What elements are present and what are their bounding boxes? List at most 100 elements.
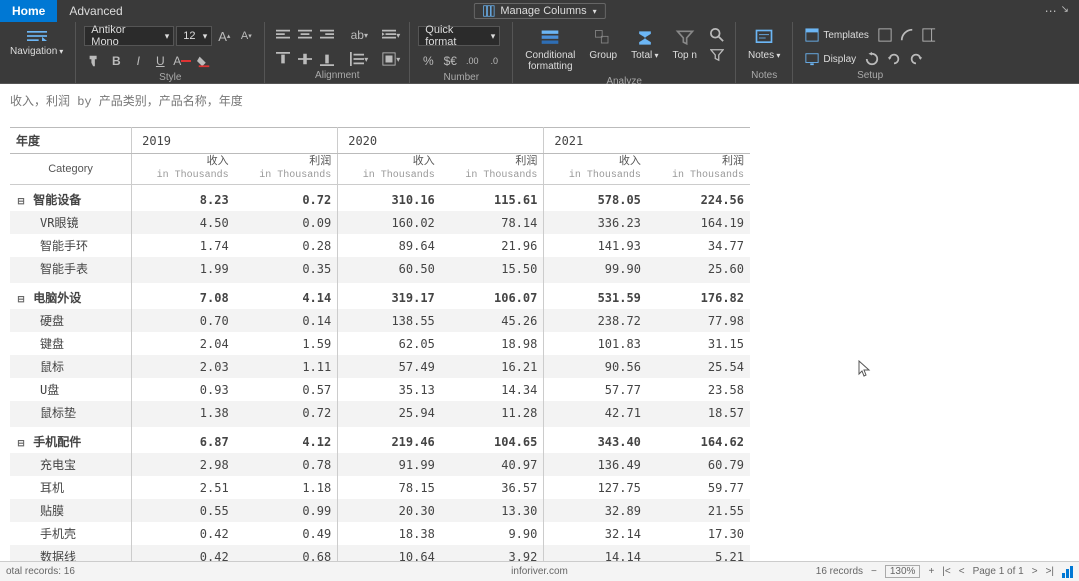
padding-button[interactable]: ▾ xyxy=(381,50,401,68)
group-label-setup: Setup xyxy=(801,68,939,83)
notes-button[interactable]: Notes ▾ xyxy=(744,26,784,63)
subrow-cell[interactable]: 智能手环 xyxy=(10,234,132,257)
layout-1-button[interactable] xyxy=(875,26,895,44)
valign-mid-button[interactable] xyxy=(295,50,315,68)
valign-bot-button[interactable] xyxy=(317,50,337,68)
topn-button[interactable]: Top n xyxy=(669,26,701,63)
fill-color-button[interactable] xyxy=(194,52,214,70)
value-cell: 0.42 xyxy=(132,522,235,545)
font-decrease-button[interactable]: A▾ xyxy=(236,27,256,45)
value-cell: 343.40 xyxy=(544,427,647,453)
display-button[interactable]: Display xyxy=(801,51,860,67)
navigation-icon xyxy=(27,28,47,44)
year-2021[interactable]: 2021 xyxy=(544,128,750,154)
zoom-in-button[interactable]: + xyxy=(928,566,934,577)
align-right-button[interactable] xyxy=(317,26,337,44)
value-cell: 91.99 xyxy=(338,453,441,476)
measure-header[interactable]: 收入in Thousands xyxy=(544,154,647,185)
value-cell: 15.50 xyxy=(441,257,544,283)
format-painter-button[interactable] xyxy=(84,52,104,70)
tab-advanced[interactable]: Advanced xyxy=(57,0,134,22)
chart-mode-icon[interactable] xyxy=(1062,566,1073,578)
category-cell[interactable]: ⊟ 智能设备 xyxy=(10,185,132,212)
dec-decimal-button[interactable]: .0 xyxy=(484,52,504,70)
site-link[interactable]: inforiver.com xyxy=(511,566,568,577)
row-height-button[interactable]: ▾ xyxy=(349,50,369,68)
value-cell: 57.49 xyxy=(338,355,441,378)
indent-button[interactable]: ▾ xyxy=(381,26,401,44)
value-cell: 1.59 xyxy=(235,332,338,355)
subrow-cell[interactable]: U盘 xyxy=(10,378,132,401)
currency-button[interactable]: $€ xyxy=(440,52,460,70)
percent-button[interactable]: % xyxy=(418,52,438,70)
subrow-cell[interactable]: 充电宝 xyxy=(10,453,132,476)
zoom-out-button[interactable]: − xyxy=(871,566,877,577)
page-first-button[interactable]: |< xyxy=(942,566,950,577)
year-2020[interactable]: 2020 xyxy=(338,128,544,154)
subrow-cell[interactable]: 智能手表 xyxy=(10,257,132,283)
value-cell: 1.99 xyxy=(132,257,235,283)
subrow-cell[interactable]: 耳机 xyxy=(10,476,132,499)
expand-icon[interactable]: ↘ xyxy=(1061,4,1069,18)
category-cell[interactable]: ⊟ 电脑外设 xyxy=(10,283,132,309)
zoom-level[interactable]: 130% xyxy=(885,565,921,578)
value-cell: 336.23 xyxy=(544,211,647,234)
templates-button[interactable]: Templates xyxy=(801,27,873,43)
reset-button[interactable] xyxy=(862,50,882,68)
year-2019[interactable]: 2019 xyxy=(132,128,338,154)
align-left-button[interactable] xyxy=(273,26,293,44)
value-cell: 32.89 xyxy=(544,499,647,522)
align-center-button[interactable] xyxy=(295,26,315,44)
measure-header[interactable]: 利润in Thousands xyxy=(441,154,544,185)
measure-header[interactable]: 利润in Thousands xyxy=(647,154,750,185)
subrow-cell[interactable]: 鼠标 xyxy=(10,355,132,378)
font-color-button[interactable]: A xyxy=(172,52,192,70)
tab-home[interactable]: Home xyxy=(0,0,57,22)
group-label-style: Style xyxy=(84,70,256,85)
filter-button[interactable] xyxy=(707,46,727,64)
value-cell: 34.77 xyxy=(647,234,750,257)
value-cell: 0.72 xyxy=(235,185,338,212)
group-button[interactable]: Group xyxy=(585,26,621,63)
page-next-button[interactable]: > xyxy=(1032,566,1038,577)
bold-button[interactable]: B xyxy=(106,52,126,70)
subrow-cell[interactable]: VR眼镜 xyxy=(10,211,132,234)
value-cell: 0.78 xyxy=(235,453,338,476)
value-cell: 0.99 xyxy=(235,499,338,522)
subrow-cell[interactable]: 键盘 xyxy=(10,332,132,355)
valign-top-button[interactable] xyxy=(273,50,293,68)
total-button[interactable]: Total ▾ xyxy=(627,26,662,63)
subrow-cell[interactable]: 贴膜 xyxy=(10,499,132,522)
measure-header[interactable]: 收入in Thousands xyxy=(338,154,441,185)
underline-button[interactable]: U xyxy=(150,52,170,70)
italic-button[interactable]: I xyxy=(128,52,148,70)
page-last-button[interactable]: >| xyxy=(1046,566,1054,577)
conditional-formatting-button[interactable]: Conditional formatting xyxy=(521,26,579,74)
subrow-cell[interactable]: 手机壳 xyxy=(10,522,132,545)
layout-2-button[interactable] xyxy=(897,26,917,44)
subrow-cell[interactable]: 鼠标垫 xyxy=(10,401,132,427)
page-prev-button[interactable]: < xyxy=(959,566,965,577)
refresh-button[interactable] xyxy=(884,50,904,68)
more-icon[interactable]: ⋯ xyxy=(1045,4,1057,18)
value-cell: 141.93 xyxy=(544,234,647,257)
measure-header[interactable]: 利润in Thousands xyxy=(235,154,338,185)
inc-decimal-button[interactable]: .00 xyxy=(462,52,482,70)
search-button[interactable] xyxy=(707,26,727,44)
font-increase-button[interactable]: A▴ xyxy=(214,27,234,45)
value-cell: 2.98 xyxy=(132,453,235,476)
layout-3-button[interactable] xyxy=(919,26,939,44)
navigation-button[interactable]: Navigation▾ xyxy=(6,26,67,59)
manage-columns-button[interactable]: Manage Columns ▾ xyxy=(473,3,605,19)
font-size-select[interactable]: 12 xyxy=(176,26,212,46)
subrow-cell[interactable]: 硬盘 xyxy=(10,309,132,332)
font-family-select[interactable]: Antikor Mono xyxy=(84,26,174,46)
total-records: otal records: 16 xyxy=(6,566,75,577)
category-cell[interactable]: ⊟ 手机配件 xyxy=(10,427,132,453)
orientation-button[interactable]: ab▾ xyxy=(349,26,369,44)
subrow-cell[interactable]: 数据线 xyxy=(10,545,132,561)
redo-button[interactable] xyxy=(906,50,926,68)
value-cell: 0.93 xyxy=(132,378,235,401)
quick-format-select[interactable]: Quick format xyxy=(418,26,500,46)
measure-header[interactable]: 收入in Thousands xyxy=(132,154,235,185)
